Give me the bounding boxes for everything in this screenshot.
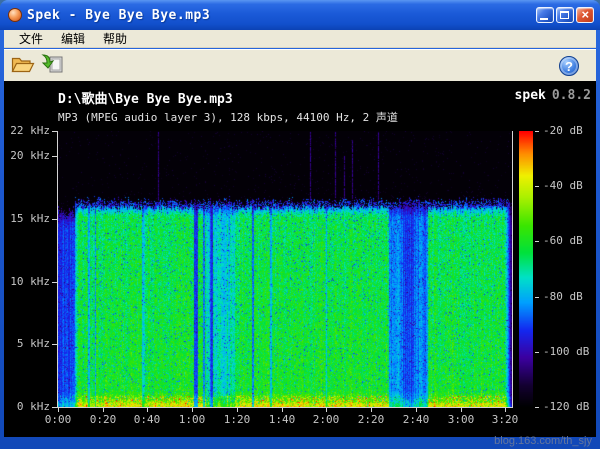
x-tick-label: 1:20	[215, 413, 259, 426]
window-title: Spek - Bye Bye Bye.mp3	[27, 8, 210, 23]
x-tick-label: 2:00	[304, 413, 348, 426]
x-tick-mark	[371, 408, 372, 412]
colorbar-tick-mark	[535, 241, 539, 242]
open-file-button[interactable]	[8, 52, 38, 80]
menu-edit[interactable]: 编辑	[52, 29, 94, 48]
menu-file[interactable]: 文件	[10, 29, 52, 48]
menu-bar: 文件 编辑 帮助	[4, 30, 596, 48]
app-icon	[8, 8, 22, 22]
colorbar-tick-label: -60 dB	[543, 234, 600, 247]
window-controls: ×	[536, 7, 594, 23]
toolbar: ?	[4, 49, 596, 81]
spectrogram-canvas	[58, 131, 512, 407]
close-button[interactable]: ×	[576, 7, 594, 23]
x-tick-mark	[103, 408, 104, 412]
minimize-icon	[540, 18, 548, 20]
y-tick-label: 22 kHz	[2, 124, 50, 137]
y-tick-mark	[52, 344, 57, 345]
x-tick-label: 1:00	[170, 413, 214, 426]
y-tick-mark	[52, 407, 57, 408]
colorbar-canvas	[519, 131, 533, 407]
app-version: spek 0.8.2	[515, 88, 591, 103]
y-tick-mark	[52, 131, 57, 132]
colorbar-tick-label: -40 dB	[543, 179, 600, 192]
save-image-icon	[41, 54, 65, 77]
colorbar-tick-label: -20 dB	[543, 124, 600, 137]
x-axis-line	[57, 407, 513, 408]
maximize-button[interactable]	[556, 7, 574, 23]
colorbar-tick-label: -100 dB	[543, 345, 600, 358]
colorbar-tick-mark	[535, 297, 539, 298]
x-tick-mark	[237, 408, 238, 412]
x-tick-mark	[58, 408, 59, 412]
colorbar-tick-mark	[535, 352, 539, 353]
colorbar-tick-label: -80 dB	[543, 290, 600, 303]
colorbar-tick-mark	[535, 131, 539, 132]
x-tick-mark	[192, 408, 193, 412]
file-info-line: MP3 (MPEG audio layer 3), 128 kbps, 4410…	[58, 109, 398, 125]
x-tick-label: 1:40	[260, 413, 304, 426]
watermark: blog.163.com/th_sjy	[494, 435, 592, 447]
close-icon: ×	[577, 8, 593, 22]
y-axis-line	[57, 131, 58, 408]
x-tick-mark	[416, 408, 417, 412]
maximize-icon	[560, 11, 569, 19]
x-tick-mark	[461, 408, 462, 412]
x-tick-label: 2:20	[349, 413, 393, 426]
y-tick-label: 20 kHz	[2, 149, 50, 162]
x-tick-label: 3:00	[439, 413, 483, 426]
x-tick-label: 0:20	[81, 413, 125, 426]
plot-right-line	[512, 131, 513, 408]
minimize-button[interactable]	[536, 7, 554, 23]
x-tick-label: 0:40	[125, 413, 169, 426]
app-window: Spek - Bye Bye Bye.mp3 × 文件 编辑 帮助	[0, 0, 600, 449]
help-icon: ?	[559, 56, 579, 76]
save-image-button[interactable]	[38, 52, 68, 80]
colorbar-tick-mark	[535, 186, 539, 187]
y-tick-label: 10 kHz	[2, 275, 50, 288]
y-tick-mark	[52, 282, 57, 283]
x-tick-mark	[326, 408, 327, 412]
y-tick-label: 5 kHz	[2, 337, 50, 350]
menu-help[interactable]: 帮助	[94, 29, 136, 48]
y-tick-mark	[52, 219, 57, 220]
x-tick-mark	[147, 408, 148, 412]
x-tick-label: 3:20	[483, 413, 527, 426]
x-tick-label: 0:00	[36, 413, 80, 426]
app-name-label: spek	[515, 88, 546, 103]
help-button[interactable]: ?	[554, 52, 584, 80]
x-tick-mark	[505, 408, 506, 412]
y-tick-label: 15 kHz	[2, 212, 50, 225]
folder-open-icon	[11, 54, 35, 77]
colorbar-tick-mark	[535, 407, 539, 408]
app-version-label: 0.8.2	[552, 88, 591, 103]
y-tick-label: 0 kHz	[2, 400, 50, 413]
file-path-title: D:\歌曲\Bye Bye Bye.mp3	[58, 88, 233, 107]
colorbar-tick-label: -120 dB	[543, 400, 600, 413]
x-tick-mark	[282, 408, 283, 412]
y-tick-mark	[52, 156, 57, 157]
titlebar[interactable]: Spek - Bye Bye Bye.mp3 ×	[0, 0, 600, 30]
x-tick-label: 2:40	[394, 413, 438, 426]
